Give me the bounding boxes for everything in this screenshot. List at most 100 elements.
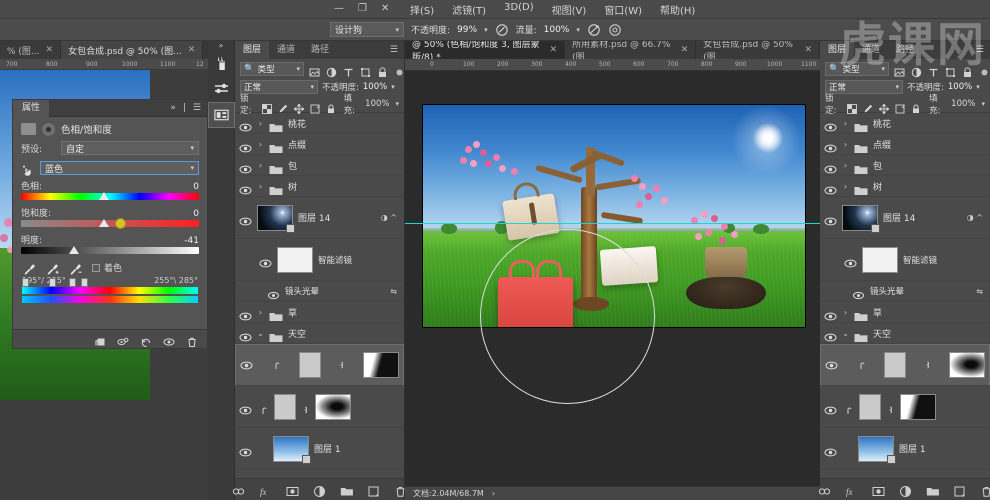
pressure-opacity-icon[interactable] <box>495 23 509 37</box>
new-layer-icon[interactable] <box>367 483 380 497</box>
flow-chevron-down-icon[interactable]: ▾ <box>576 26 580 34</box>
layer-thumbnail[interactable] <box>257 204 295 233</box>
visibility-icon[interactable] <box>239 212 252 226</box>
adjustment-thumbnail[interactable] <box>274 393 296 420</box>
smoothing-icon[interactable] <box>608 23 622 37</box>
smart-filter-toggle-icon[interactable]: ◑ ^ <box>381 213 400 222</box>
menu-item-filter[interactable]: 滤镜(T) <box>452 2 486 17</box>
chevron-down-icon[interactable]: ⌄ <box>842 329 849 338</box>
layer-row-lens-flare[interactable]: 镜头光晕 ⇋ <box>820 281 990 302</box>
smart-object-filter-icon[interactable] <box>962 63 973 77</box>
smart-filter-mask-thumbnail[interactable] <box>862 246 898 273</box>
tab-channels[interactable]: 通道 <box>269 41 303 59</box>
filter-blending-options-icon[interactable]: ⇋ <box>390 287 400 296</box>
visibility-icon[interactable] <box>825 360 838 371</box>
lock-image-icon[interactable] <box>278 99 288 113</box>
layer-mask-thumbnail[interactable] <box>949 352 985 378</box>
toggle-filter-icon[interactable] <box>979 63 990 76</box>
layer-thumbnail[interactable] <box>858 435 896 464</box>
lock-image-icon[interactable] <box>863 99 873 113</box>
layer-row-adjustment-1[interactable] <box>820 344 990 386</box>
link-mask-icon[interactable] <box>337 360 346 371</box>
document-tab[interactable]: 所用素材.psd @ 66.7% (图... ✕ <box>565 41 697 59</box>
chevron-right-icon[interactable]: › <box>842 140 849 149</box>
chevron-down-icon[interactable]: ⌄ <box>257 329 264 338</box>
layer-row-lens-flare[interactable]: 镜头光晕 ⇋ <box>235 281 404 302</box>
lightness-slider-track[interactable] <box>21 246 199 254</box>
visibility-icon[interactable] <box>824 118 837 131</box>
delete-layer-icon[interactable] <box>980 483 990 497</box>
visibility-icon[interactable] <box>239 401 252 415</box>
panel-menu-icon[interactable]: ☰ <box>976 45 990 55</box>
visibility-icon[interactable] <box>824 181 837 194</box>
layer-row-taohua[interactable]: › 桃花 <box>820 113 990 134</box>
shape-filter-icon[interactable] <box>945 63 956 77</box>
layer-style-fx-icon[interactable]: fx <box>845 483 858 497</box>
chevron-right-icon[interactable]: › <box>842 308 849 317</box>
visibility-icon[interactable] <box>239 118 252 131</box>
pixel-filter-icon[interactable] <box>309 63 320 77</box>
visibility-icon[interactable] <box>163 333 175 346</box>
visibility-icon[interactable] <box>824 139 837 152</box>
shape-filter-icon[interactable] <box>360 63 371 77</box>
opacity-value[interactable]: 100% <box>363 82 387 92</box>
layer-mask-thumbnail[interactable] <box>315 393 351 420</box>
lock-position-icon[interactable] <box>878 99 890 115</box>
visibility-icon[interactable] <box>824 328 837 341</box>
tab-layers[interactable]: 图层 <box>235 41 270 59</box>
hue-value[interactable]: 0 <box>193 182 199 192</box>
layer-row-smart-filter[interactable]: 智能滤镜 <box>235 239 404 281</box>
add-mask-icon[interactable] <box>286 483 299 496</box>
link-mask-icon[interactable] <box>886 401 895 414</box>
adjustment-thumbnail[interactable] <box>884 352 906 378</box>
visibility-icon[interactable] <box>240 360 253 371</box>
preset-select[interactable]: 自定 ▾ <box>61 141 199 155</box>
document-tab-active[interactable]: @ 50% (色相/饱和度 3, 图层蒙版/8) * ✕ <box>405 41 566 59</box>
layer-thumbnail[interactable] <box>273 435 311 464</box>
layer-row-tuceng14[interactable]: 图层 14 ◑ ^ <box>235 197 404 239</box>
new-layer-icon[interactable] <box>953 483 966 497</box>
visibility-ic[interactable] <box>824 212 837 226</box>
reset-icon[interactable] <box>140 333 152 347</box>
layer-row-smart-filter[interactable]: 智能滤镜 <box>820 239 990 281</box>
panel-menu-icon[interactable]: ☰ <box>390 45 404 55</box>
add-mask-icon[interactable] <box>872 483 885 496</box>
layer-row-tiankong[interactable]: ⌄ 天空 <box>820 323 990 344</box>
menu-item-3d[interactable]: 3D(D) <box>504 2 534 17</box>
fill-value[interactable]: 100% <box>951 99 975 109</box>
layer-row-cao[interactable]: › 草 <box>820 302 990 323</box>
minimize-button[interactable]: — <box>334 2 344 16</box>
range-handle-inner-left[interactable] <box>49 278 56 287</box>
tab-paths[interactable]: 路径 <box>303 41 337 59</box>
visibility-icon[interactable] <box>239 307 252 320</box>
lock-transparent-icon[interactable] <box>847 99 858 114</box>
layer-thumbnail[interactable] <box>842 204 880 233</box>
menu-item-view[interactable]: 视图(V) <box>552 2 587 17</box>
visibility-icon[interactable] <box>824 307 837 320</box>
lock-transparent-icon[interactable] <box>261 99 272 114</box>
close-icon[interactable]: ✕ <box>804 45 812 55</box>
smart-filter-toggle-icon[interactable]: ◑ ^ <box>967 213 986 222</box>
settings-sliders-icon[interactable] <box>208 76 235 102</box>
text-filter-icon[interactable] <box>343 63 354 77</box>
opacity-value[interactable]: 99% <box>457 25 477 35</box>
eyedropper-add-icon[interactable] <box>46 261 59 275</box>
adjustment-thumbnail[interactable] <box>298 352 321 378</box>
fill-value[interactable]: 100% <box>365 99 389 109</box>
lock-artboard-icon[interactable] <box>310 99 320 114</box>
clip-to-layer-icon[interactable] <box>94 333 106 346</box>
link-layers-icon[interactable] <box>232 483 245 496</box>
document-tab[interactable]: % (图... ✕ <box>0 41 62 59</box>
chevron-right-icon[interactable]: › <box>257 140 264 149</box>
fill-chevron-down-icon[interactable]: ▾ <box>395 100 399 108</box>
visibility-icon[interactable] <box>824 443 837 457</box>
lightness-value[interactable]: -41 <box>184 236 199 246</box>
layer-row-dianzhui[interactable]: › 点缀 <box>820 134 990 155</box>
lock-all-icon[interactable] <box>911 99 921 113</box>
new-adjustment-icon[interactable] <box>899 483 912 497</box>
eyedropper-icon[interactable] <box>23 261 36 275</box>
saturation-slider-thumb[interactable] <box>99 219 110 227</box>
menu-item-select[interactable]: 择(S) <box>410 2 434 17</box>
adjustment-filter-icon[interactable] <box>911 63 922 78</box>
layer-filter-select[interactable]: 🔍 类型 ▾ <box>240 61 304 76</box>
